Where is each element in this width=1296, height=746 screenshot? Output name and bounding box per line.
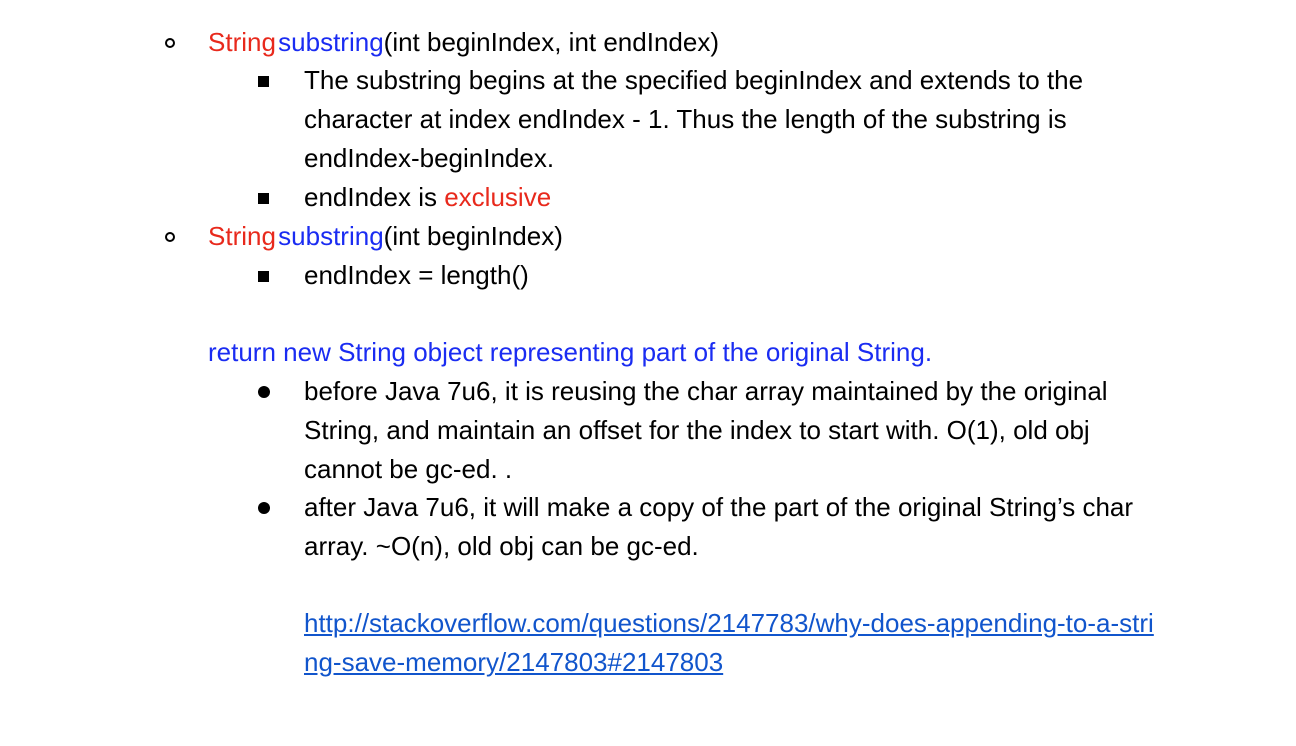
- method-params: (int beginIndex, int endIndex): [383, 27, 719, 57]
- exclusive-keyword: exclusive: [444, 182, 552, 212]
- detail-line: character at index endIndex - 1. Thus th…: [304, 104, 1067, 134]
- note-line: after Java 7u6, it will make a copy of t…: [304, 492, 1134, 522]
- return-type: String: [208, 27, 276, 57]
- square-bullet-icon: [258, 271, 269, 282]
- return-note: return new String object representing pa…: [208, 337, 933, 367]
- method-signature-substring-begin-end: String substring(int beginIndex, int end…: [208, 23, 719, 62]
- detail-line: endIndex-beginIndex.: [304, 143, 555, 173]
- return-type: String: [208, 221, 276, 251]
- detail-line: endIndex = length(): [304, 260, 529, 290]
- method-signature-substring-begin: String substring(int beginIndex): [208, 217, 563, 256]
- square-bullet-icon: [258, 76, 269, 87]
- note-line: cannot be gc-ed. .: [304, 454, 513, 484]
- method-params: (int beginIndex): [383, 221, 563, 251]
- method-name: substring: [278, 221, 384, 251]
- hollow-bullet-icon: [165, 38, 175, 48]
- exclusive-note: endIndex is exclusive: [304, 178, 551, 217]
- detail-line: The substring begins at the specified be…: [304, 65, 1084, 95]
- method-name: substring: [278, 27, 384, 57]
- note-line: String, and maintain an offset for the i…: [304, 415, 1090, 445]
- note-line: array. ~O(n), old obj can be gc-ed.: [304, 531, 699, 561]
- stackoverflow-link-continued[interactable]: ng-save-memory/2147803#2147803: [304, 643, 723, 682]
- note-line: before Java 7u6, it is reusing the char …: [304, 376, 1108, 406]
- exclusive-note-prefix: endIndex is: [304, 182, 445, 212]
- dot-bullet-icon: [258, 386, 270, 398]
- stackoverflow-link[interactable]: http://stackoverflow.com/questions/21477…: [304, 604, 1154, 643]
- square-bullet-icon: [258, 193, 269, 204]
- dot-bullet-icon: [258, 502, 270, 514]
- hollow-bullet-icon: [165, 232, 175, 242]
